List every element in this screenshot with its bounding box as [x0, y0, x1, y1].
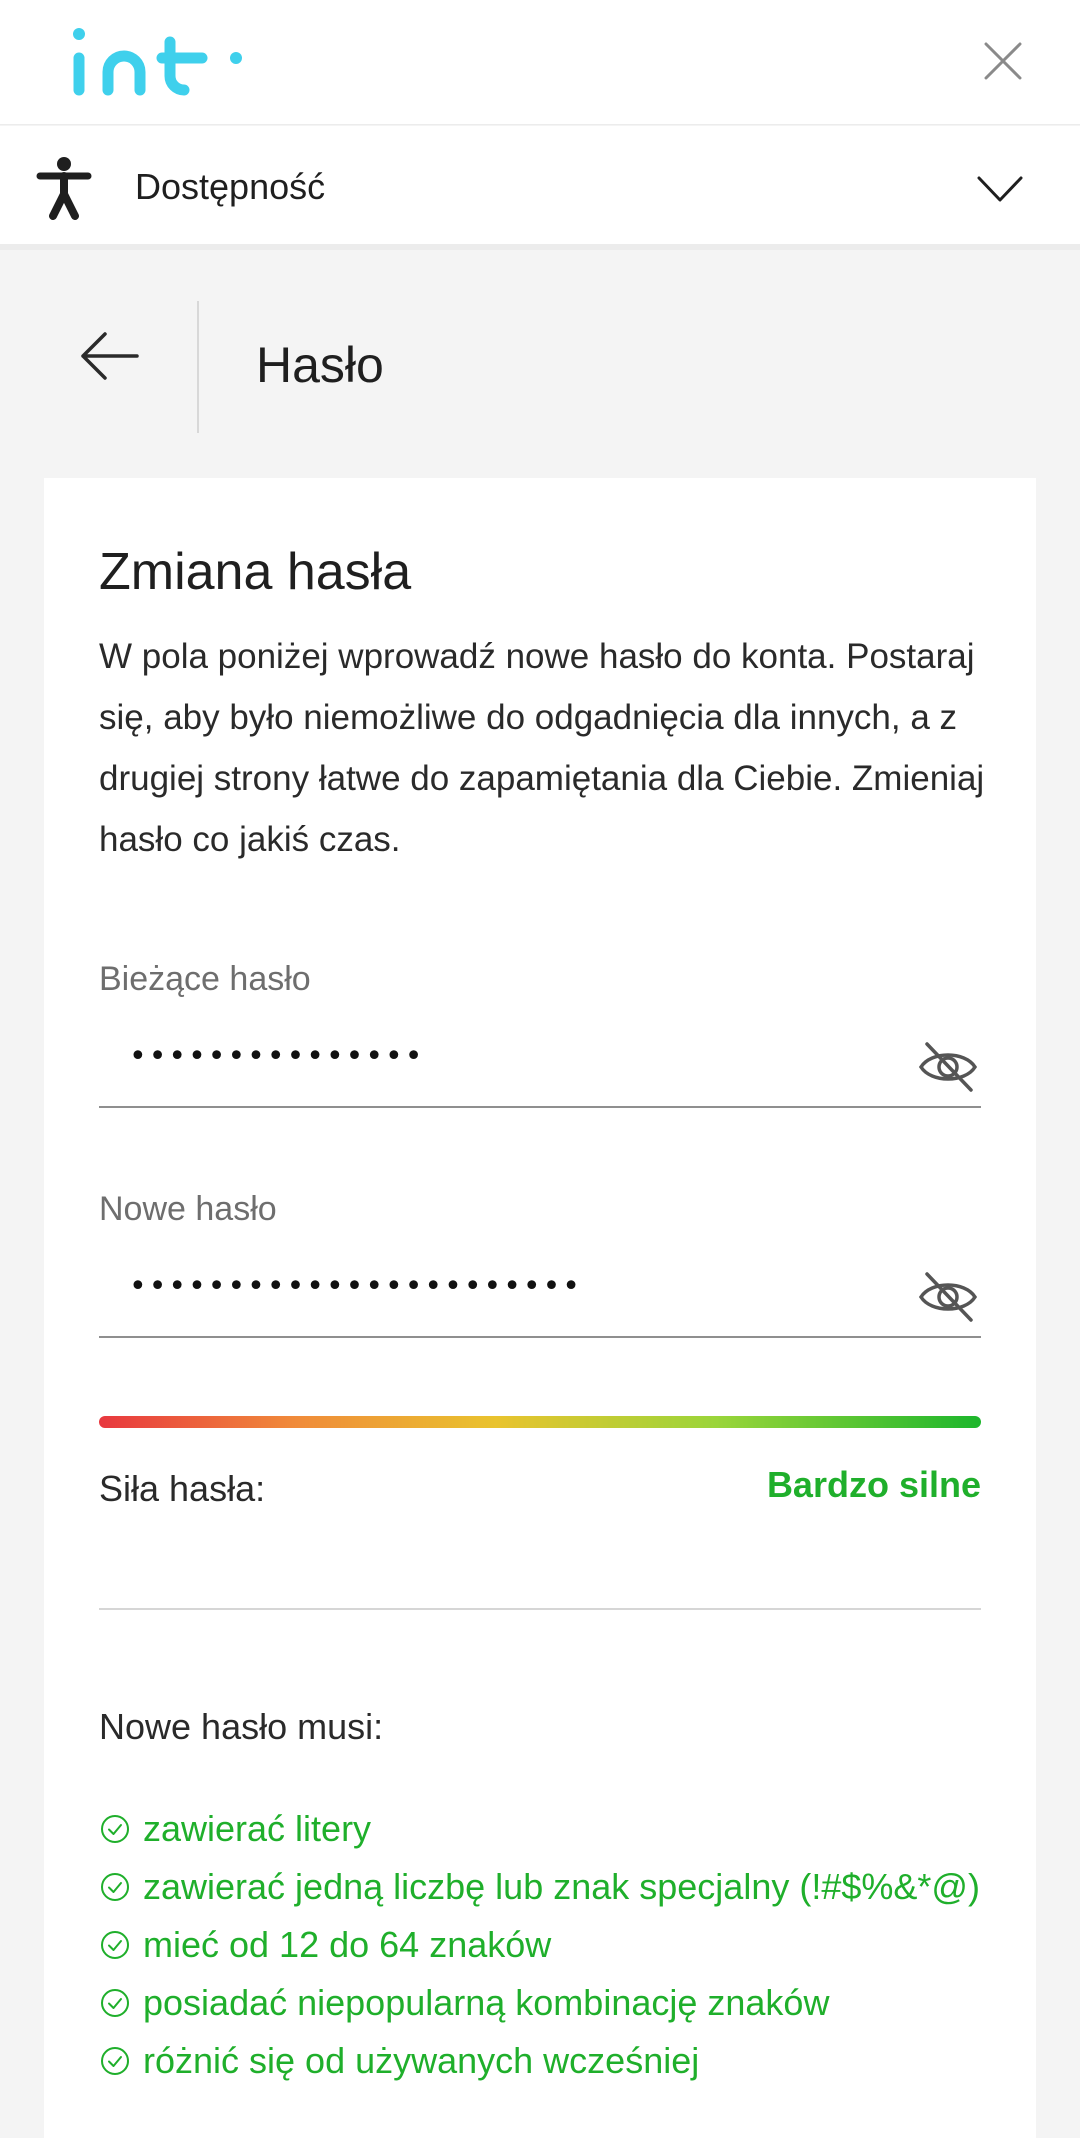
top-bar — [0, 0, 1080, 125]
card-description: W pola poniżej wprowadź nowe hasło do ko… — [99, 637, 985, 859]
list-item: posiadać niepopularną kombinację znaków — [99, 1974, 981, 2032]
new-password-input[interactable] — [129, 1256, 889, 1316]
check-circle-icon — [101, 1873, 129, 1901]
requirement-text: zawierać jedną liczbę lub znak specjalny… — [143, 1866, 980, 1907]
check-circle-icon — [101, 1815, 129, 1843]
close-icon[interactable] — [978, 36, 1028, 86]
accessibility-dropdown[interactable]: Dostępność — [0, 126, 1080, 250]
check-circle-icon — [101, 1931, 129, 1959]
password-strength-bar — [99, 1416, 981, 1428]
check-circle-icon — [101, 1989, 129, 2017]
current-password-field[interactable] — [99, 1018, 981, 1108]
arrow-left-icon[interactable] — [75, 326, 145, 386]
divider — [99, 1608, 981, 1610]
requirement-text: mieć od 12 do 64 znaków — [143, 1924, 552, 1965]
requirements-list: zawierać litery zawierać jedną liczbę lu… — [99, 1800, 981, 2090]
card-title: Zmiana hasła — [99, 543, 412, 601]
accessibility-person-icon — [36, 157, 92, 220]
header-divider — [197, 301, 199, 433]
current-password-input[interactable] — [129, 1026, 889, 1086]
requirement-text: zawierać litery — [143, 1808, 372, 1849]
page-header: Hasło — [0, 256, 1080, 456]
accessibility-label: Dostępność — [135, 166, 326, 207]
list-item: różnić się od używanych wcześniej — [99, 2032, 981, 2090]
chevron-down-icon — [977, 176, 1023, 202]
strength-label: Siła hasła: — [99, 1468, 266, 1509]
current-password-label: Bieżące hasło — [99, 960, 311, 998]
requirement-text: posiadać niepopularną kombinację znaków — [143, 1982, 830, 2023]
new-password-field[interactable] — [99, 1248, 981, 1338]
eye-off-icon[interactable] — [917, 1268, 979, 1326]
new-password-label: Nowe hasło — [99, 1190, 277, 1228]
password-change-card: Zmiana hasła W pola poniżej wprowadź now… — [44, 478, 1036, 2138]
page-title: Hasło — [256, 337, 384, 393]
check-circle-icon — [101, 2047, 129, 2075]
list-item: zawierać jedną liczbę lub znak specjalny… — [99, 1858, 981, 1916]
list-item: zawierać litery — [99, 1800, 981, 1858]
requirements-title: Nowe hasło musi: — [99, 1706, 384, 1747]
requirement-text: różnić się od używanych wcześniej — [143, 2040, 700, 2081]
eye-off-icon[interactable] — [917, 1038, 979, 1096]
strength-value: Bardzo silne — [766, 1464, 981, 1505]
list-item: mieć od 12 do 64 znaków — [99, 1916, 981, 1974]
int-logo[interactable] — [70, 24, 245, 100]
